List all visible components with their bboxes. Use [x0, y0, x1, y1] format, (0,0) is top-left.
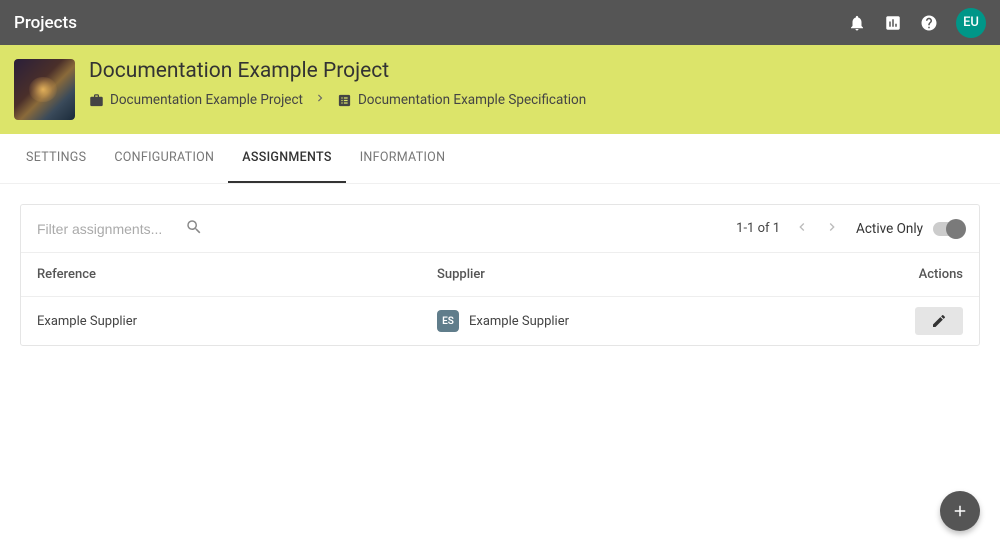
table-header: Reference Supplier Actions	[21, 253, 979, 297]
topbar: Projects EU	[0, 0, 1000, 45]
tabs: SETTINGS CONFIGURATION ASSIGNMENTS INFOR…	[0, 134, 1000, 184]
pagination: 1-1 of 1	[736, 219, 840, 239]
breadcrumb: Documentation Example Project Documentat…	[89, 91, 586, 109]
chart-icon[interactable]	[884, 14, 902, 32]
active-only-control: Active Only	[856, 221, 963, 237]
list-box-icon	[337, 93, 352, 108]
pagination-label: 1-1 of 1	[736, 221, 780, 236]
active-only-label: Active Only	[856, 221, 923, 237]
toolbar-right: 1-1 of 1 Active Only	[736, 219, 963, 239]
help-icon[interactable]	[920, 14, 938, 32]
tab-configuration[interactable]: CONFIGURATION	[100, 134, 228, 183]
tab-assignments[interactable]: ASSIGNMENTS	[228, 134, 345, 183]
bell-icon[interactable]	[848, 14, 866, 32]
briefcase-icon	[89, 93, 104, 108]
filter-wrap	[37, 218, 736, 240]
cell-actions	[863, 307, 963, 335]
pager-prev-button[interactable]	[794, 219, 810, 239]
topbar-actions: EU	[848, 8, 986, 38]
edit-button[interactable]	[915, 307, 963, 335]
chevron-left-icon	[794, 219, 810, 235]
header-reference: Reference	[37, 267, 437, 282]
project-banner: Documentation Example Project Documentat…	[0, 45, 1000, 134]
cell-reference: Example Supplier	[37, 314, 437, 329]
header-supplier: Supplier	[437, 267, 863, 282]
project-thumbnail	[14, 59, 75, 120]
search-icon[interactable]	[185, 218, 203, 240]
cell-supplier: ES Example Supplier	[437, 310, 863, 332]
header-actions: Actions	[863, 267, 963, 282]
filter-input[interactable]	[37, 221, 177, 237]
plus-icon	[951, 502, 969, 520]
content-area: 1-1 of 1 Active Only Reference	[0, 184, 1000, 366]
active-only-toggle[interactable]	[933, 222, 963, 236]
project-title: Documentation Example Project	[89, 59, 586, 83]
tab-information[interactable]: INFORMATION	[346, 134, 460, 183]
table-row: Example Supplier ES Example Supplier	[21, 297, 979, 345]
panel-toolbar: 1-1 of 1 Active Only	[21, 205, 979, 253]
project-info: Documentation Example Project Documentat…	[89, 59, 586, 120]
breadcrumb-project[interactable]: Documentation Example Project	[89, 92, 303, 108]
supplier-badge: ES	[437, 310, 459, 332]
avatar[interactable]: EU	[956, 8, 986, 38]
add-fab[interactable]	[940, 491, 980, 531]
app-title: Projects	[14, 13, 77, 33]
chevron-right-icon	[824, 219, 840, 235]
pencil-icon	[931, 313, 947, 329]
pager-next-button[interactable]	[824, 219, 840, 239]
chevron-right-icon	[313, 91, 327, 109]
breadcrumb-project-label: Documentation Example Project	[110, 92, 303, 108]
breadcrumb-specification-label: Documentation Example Specification	[358, 92, 586, 108]
tab-settings[interactable]: SETTINGS	[12, 134, 100, 183]
supplier-name: Example Supplier	[469, 314, 569, 329]
toggle-knob	[946, 219, 966, 239]
assignments-panel: 1-1 of 1 Active Only Reference	[20, 204, 980, 346]
breadcrumb-specification[interactable]: Documentation Example Specification	[337, 92, 586, 108]
